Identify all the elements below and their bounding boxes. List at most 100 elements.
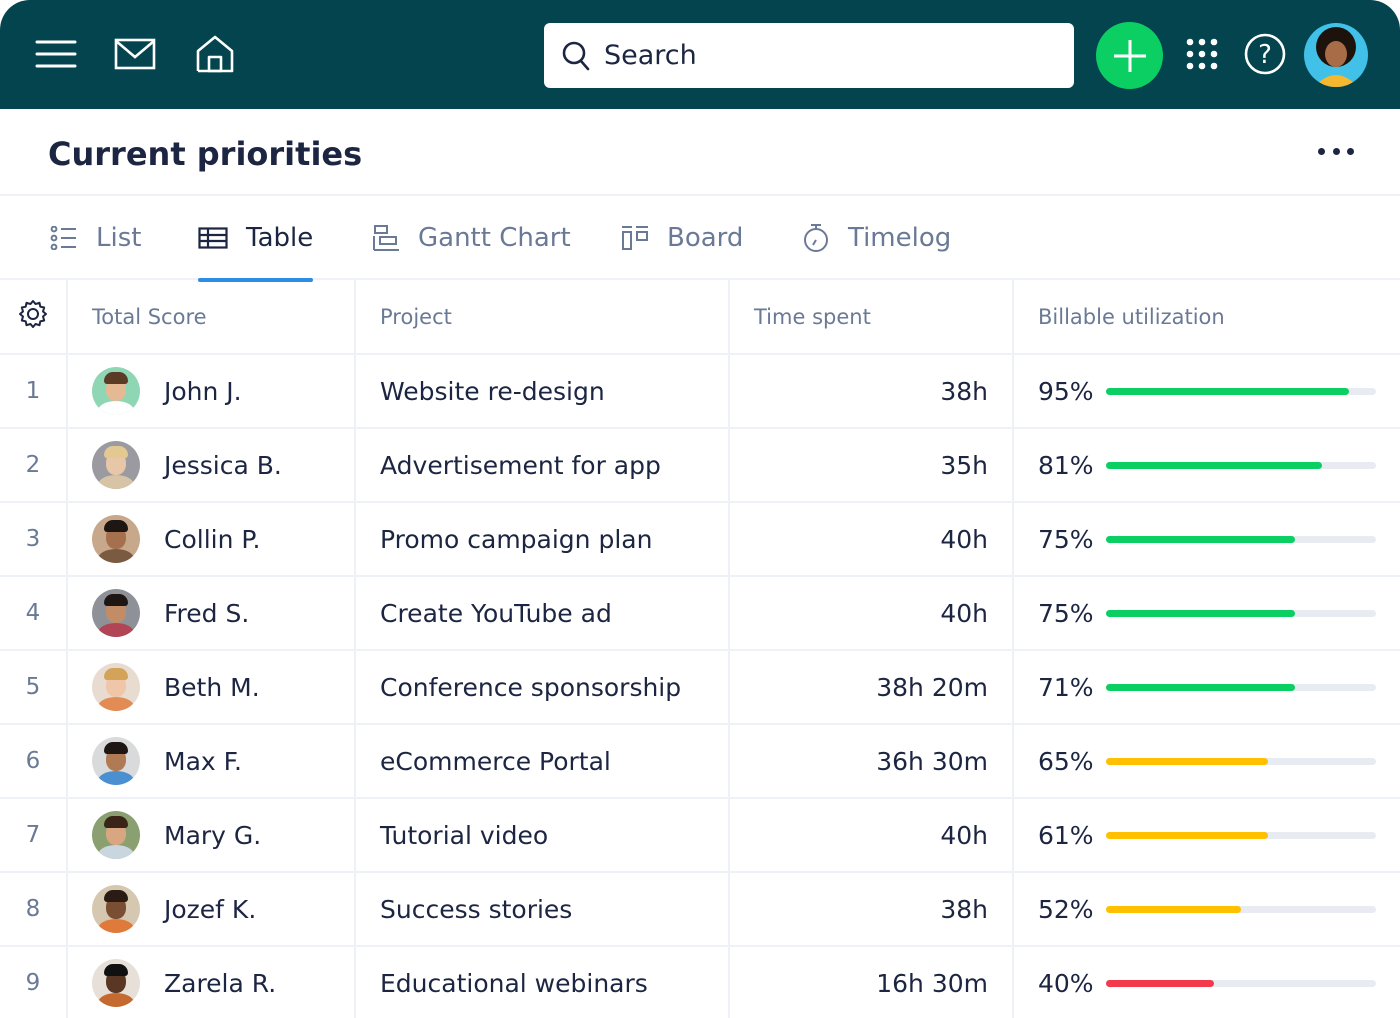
user-avatar[interactable] bbox=[1304, 23, 1368, 87]
column-header-billable-utilization[interactable]: Billable utilization bbox=[1012, 280, 1400, 355]
time-spent-cell: 36h 30m bbox=[728, 723, 1014, 799]
person-cell[interactable]: Mary G. bbox=[66, 797, 356, 873]
svg-text:?: ? bbox=[1258, 40, 1272, 70]
time-spent-cell: 40h bbox=[728, 501, 1014, 577]
utilization-bar-track bbox=[1106, 905, 1376, 913]
column-header-total-score[interactable]: Total Score bbox=[66, 280, 356, 355]
person-cell[interactable]: Jozef K. bbox=[66, 871, 356, 947]
person-cell[interactable]: Beth M. bbox=[66, 649, 356, 725]
time-spent-cell: 35h bbox=[728, 427, 1014, 503]
project-name: Promo campaign plan bbox=[380, 524, 653, 554]
utilization-percent: 75% bbox=[1038, 598, 1094, 628]
table-row[interactable]: 4 Fred S. Create YouTube ad 40h 75% bbox=[0, 575, 1400, 651]
table-row[interactable]: 7 Mary G. Tutorial video 40h 61% bbox=[0, 797, 1400, 873]
add-button[interactable] bbox=[1096, 22, 1163, 89]
project-cell[interactable]: Educational webinars bbox=[354, 945, 730, 1018]
avatar bbox=[92, 367, 140, 415]
top-navigation-bar: ? bbox=[0, 0, 1400, 109]
table-row[interactable]: 3 Collin P. Promo campaign plan 40h 75% bbox=[0, 501, 1400, 577]
more-horizontal-icon[interactable] bbox=[1318, 137, 1354, 165]
project-name: Website re-design bbox=[380, 376, 605, 406]
avatar bbox=[92, 885, 140, 933]
row-index: 7 bbox=[0, 797, 68, 873]
search-input[interactable] bbox=[604, 40, 1044, 71]
project-cell[interactable]: Advertisement for app bbox=[354, 427, 730, 503]
time-spent: 40h bbox=[940, 598, 988, 628]
project-cell[interactable]: Website re-design bbox=[354, 354, 730, 429]
help-icon[interactable]: ? bbox=[1243, 32, 1287, 76]
table-icon bbox=[198, 227, 228, 249]
person-cell[interactable]: Jessica B. bbox=[66, 427, 356, 503]
utilization-cell: 71% bbox=[1012, 649, 1400, 725]
stopwatch-icon bbox=[802, 223, 830, 253]
person-cell[interactable]: John J. bbox=[66, 354, 356, 429]
utilization-bar-fill bbox=[1106, 979, 1214, 987]
person-cell[interactable]: Max F. bbox=[66, 723, 356, 799]
utilization-bar-track bbox=[1106, 609, 1376, 617]
tab-timelog[interactable]: Timelog bbox=[802, 196, 951, 280]
time-spent-cell: 16h 30m bbox=[728, 945, 1014, 1018]
person-name: Fred S. bbox=[164, 598, 250, 628]
time-spent: 16h 30m bbox=[876, 968, 988, 998]
project-cell[interactable]: Promo campaign plan bbox=[354, 501, 730, 577]
project-name: Create YouTube ad bbox=[380, 598, 612, 628]
project-cell[interactable]: eCommerce Portal bbox=[354, 723, 730, 799]
table-row[interactable]: 5 Beth M. Conference sponsorship 38h 20m… bbox=[0, 649, 1400, 725]
utilization-percent: 75% bbox=[1038, 524, 1094, 554]
project-cell[interactable]: Create YouTube ad bbox=[354, 575, 730, 651]
row-index: 4 bbox=[0, 575, 68, 651]
avatar bbox=[92, 515, 140, 563]
project-cell[interactable]: Success stories bbox=[354, 871, 730, 947]
person-name: Max F. bbox=[164, 746, 242, 776]
project-cell[interactable]: Tutorial video bbox=[354, 797, 730, 873]
tab-label: Timelog bbox=[848, 223, 952, 253]
table-row[interactable]: 8 Jozef K. Success stories 38h 52% bbox=[0, 871, 1400, 947]
person-name: Collin P. bbox=[164, 524, 261, 554]
tab-board[interactable]: Board bbox=[621, 196, 743, 280]
tab-table[interactable]: Table bbox=[198, 196, 314, 282]
table-row[interactable]: 1 John J. Website re-design 38h 95% bbox=[0, 354, 1400, 429]
person-cell[interactable]: Zarela R. bbox=[66, 945, 356, 1018]
project-cell[interactable]: Conference sponsorship bbox=[354, 649, 730, 725]
avatar bbox=[92, 441, 140, 489]
avatar bbox=[92, 737, 140, 785]
menu-icon[interactable] bbox=[34, 32, 78, 76]
search-box[interactable] bbox=[544, 23, 1074, 88]
time-spent: 35h bbox=[940, 450, 988, 480]
utilization-percent: 81% bbox=[1038, 450, 1094, 480]
home-icon[interactable] bbox=[193, 32, 237, 76]
app-window: ? Current priorities List Table bbox=[0, 0, 1400, 1018]
column-header-project[interactable]: Project bbox=[354, 280, 730, 355]
mail-icon[interactable] bbox=[113, 32, 157, 76]
utilization-bar-track bbox=[1106, 535, 1376, 543]
tab-label: List bbox=[96, 223, 142, 253]
utilization-cell: 95% bbox=[1012, 354, 1400, 429]
time-spent-cell: 38h bbox=[728, 354, 1014, 429]
board-icon bbox=[621, 225, 649, 251]
utilization-cell: 52% bbox=[1012, 871, 1400, 947]
avatar bbox=[92, 811, 140, 859]
table-row[interactable]: 6 Max F. eCommerce Portal 36h 30m 65% bbox=[0, 723, 1400, 799]
utilization-percent: 95% bbox=[1038, 376, 1094, 406]
table-header-row: Total Score Project Time spent Billable … bbox=[0, 280, 1400, 355]
grid-dots-icon[interactable] bbox=[1180, 32, 1224, 76]
table-row[interactable]: 2 Jessica B. Advertisement for app 35h 8… bbox=[0, 427, 1400, 503]
column-header-time-spent[interactable]: Time spent bbox=[728, 280, 1014, 355]
utilization-bar-fill bbox=[1106, 461, 1322, 469]
search-icon bbox=[562, 41, 590, 70]
tab-list[interactable]: List bbox=[50, 196, 141, 280]
view-tabs: List Table Gantt Chart Board Timelog bbox=[0, 196, 1400, 282]
priorities-table: Total Score Project Time spent Billable … bbox=[0, 280, 1400, 1018]
utilization-bar-track bbox=[1106, 757, 1376, 765]
utilization-cell: 75% bbox=[1012, 575, 1400, 651]
plus-icon bbox=[1113, 39, 1146, 72]
table-row[interactable]: 9 Zarela R. Educational webinars 16h 30m… bbox=[0, 945, 1400, 1018]
person-cell[interactable]: Fred S. bbox=[66, 575, 356, 651]
column-settings[interactable] bbox=[0, 280, 68, 355]
tab-gantt-chart[interactable]: Gantt Chart bbox=[372, 196, 571, 280]
person-name: Beth M. bbox=[164, 672, 260, 702]
person-cell[interactable]: Collin P. bbox=[66, 501, 356, 577]
gear-icon bbox=[19, 300, 47, 328]
avatar bbox=[92, 663, 140, 711]
utilization-percent: 52% bbox=[1038, 894, 1094, 924]
